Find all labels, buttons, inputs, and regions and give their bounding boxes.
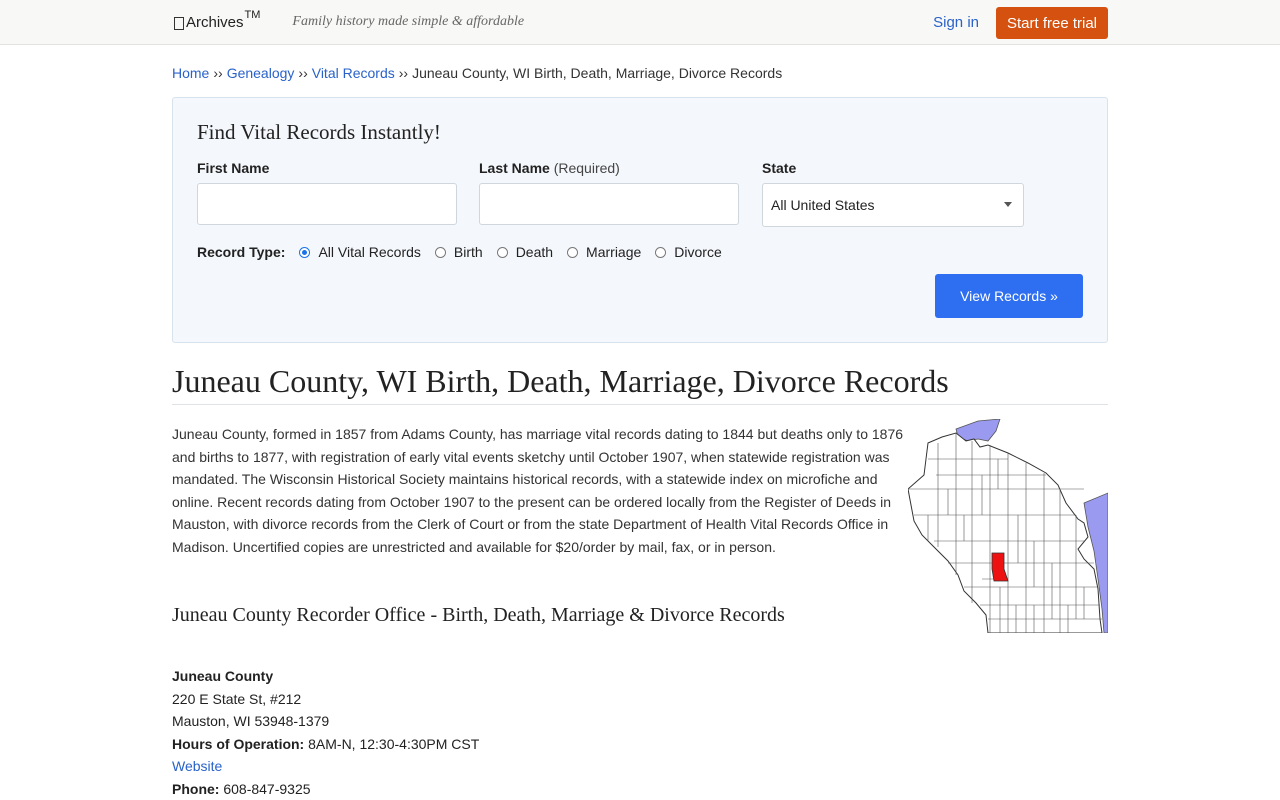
breadcrumb: Home ›› Genealogy ›› Vital Records ›› Juneau C…	[172, 65, 1108, 83]
logo-icon	[174, 16, 184, 30]
map-icon	[907, 418, 1109, 634]
radio-button-checked[interactable]	[299, 246, 311, 258]
breadcrumb-separator: ››	[398, 65, 409, 81]
breadcrumb-home-link[interactable]: Home	[172, 65, 209, 81]
breadcrumb-current: Juneau County, WI Birth, Death, Marriage…	[412, 65, 783, 81]
office-phone: Phone: 608-847-9325	[172, 778, 1108, 800]
last-name-label: Last Name (Required)	[479, 160, 620, 176]
radio-death[interactable]: Death	[496, 244, 554, 260]
search-panel-title: Find Vital Records Instantly!	[197, 120, 441, 144]
state-select-value: All United States	[771, 197, 875, 213]
breadcrumb-vital-records-link[interactable]: Vital Records	[312, 65, 395, 81]
radio-button[interactable]	[567, 246, 579, 258]
page-title: Juneau County, WI Birth, Death, Marriage…	[172, 363, 1108, 405]
recorder-office-details: Juneau County 220 E State St, #212 Maust…	[172, 665, 1108, 800]
radio-label: Marriage	[586, 244, 642, 260]
wisconsin-county-map	[907, 418, 1109, 634]
required-note: (Required)	[553, 160, 620, 176]
office-hours: Hours of Operation: 8AM-N, 12:30-4:30PM …	[172, 733, 1108, 756]
office-address-line1: 220 E State St, #212	[172, 690, 302, 707]
radio-all-vital-records[interactable]: All Vital Records	[299, 244, 421, 260]
phone-label: Phone:	[172, 780, 220, 797]
last-name-input[interactable]	[479, 183, 739, 225]
office-website-link[interactable]: Website	[172, 758, 222, 774]
start-free-trial-button[interactable]: Start free trial	[996, 7, 1108, 39]
radio-button[interactable]	[434, 246, 446, 258]
phone-value: 608-847-9325	[223, 780, 311, 797]
site-tagline: Family history made simple & affordable	[292, 14, 525, 29]
record-type-label: Record Type:	[197, 244, 286, 260]
breadcrumb-separator: ››	[213, 65, 223, 81]
first-name-label: First Name	[197, 160, 270, 176]
search-panel: Find Vital Records Instantly! First Name…	[172, 97, 1108, 343]
breadcrumb-separator: ››	[298, 65, 308, 81]
radio-label: All Vital Records	[318, 244, 421, 260]
sign-in-link[interactable]: Sign in	[933, 14, 979, 31]
hours-label: Hours of Operation:	[172, 735, 305, 752]
state-label: State	[762, 160, 797, 176]
record-type-group: Record Type: All Vital Records Birth Dea…	[197, 244, 736, 260]
logo-trademark: TM	[244, 8, 261, 21]
radio-marriage[interactable]: Marriage	[567, 244, 641, 260]
first-name-input[interactable]	[197, 183, 457, 225]
radio-birth[interactable]: Birth	[434, 244, 483, 260]
radio-divorce[interactable]: Divorce	[655, 244, 722, 260]
site-logo[interactable]: Archives TM	[174, 9, 260, 31]
radio-button[interactable]	[496, 246, 508, 258]
radio-label: Death	[515, 244, 554, 260]
office-name: Juneau County	[172, 668, 274, 684]
state-select[interactable]: All United States	[762, 183, 1024, 227]
breadcrumb-genealogy-link[interactable]: Genealogy	[227, 65, 295, 81]
radio-label: Birth	[453, 244, 483, 260]
radio-label: Divorce	[674, 244, 722, 260]
logo-text: Archives	[186, 13, 244, 31]
top-header: Archives TM Family history made simple &…	[0, 0, 1280, 45]
hours-value: 8AM-N, 12:30-4:30PM CST	[308, 735, 480, 752]
chevron-down-icon	[1004, 202, 1012, 207]
radio-button[interactable]	[655, 246, 667, 258]
intro-paragraph: Juneau County, formed in 1857 from Adams…	[172, 426, 904, 555]
view-records-button[interactable]: View Records »	[935, 274, 1083, 318]
office-address-line2: Mauston, WI 53948-1379	[172, 713, 330, 729]
